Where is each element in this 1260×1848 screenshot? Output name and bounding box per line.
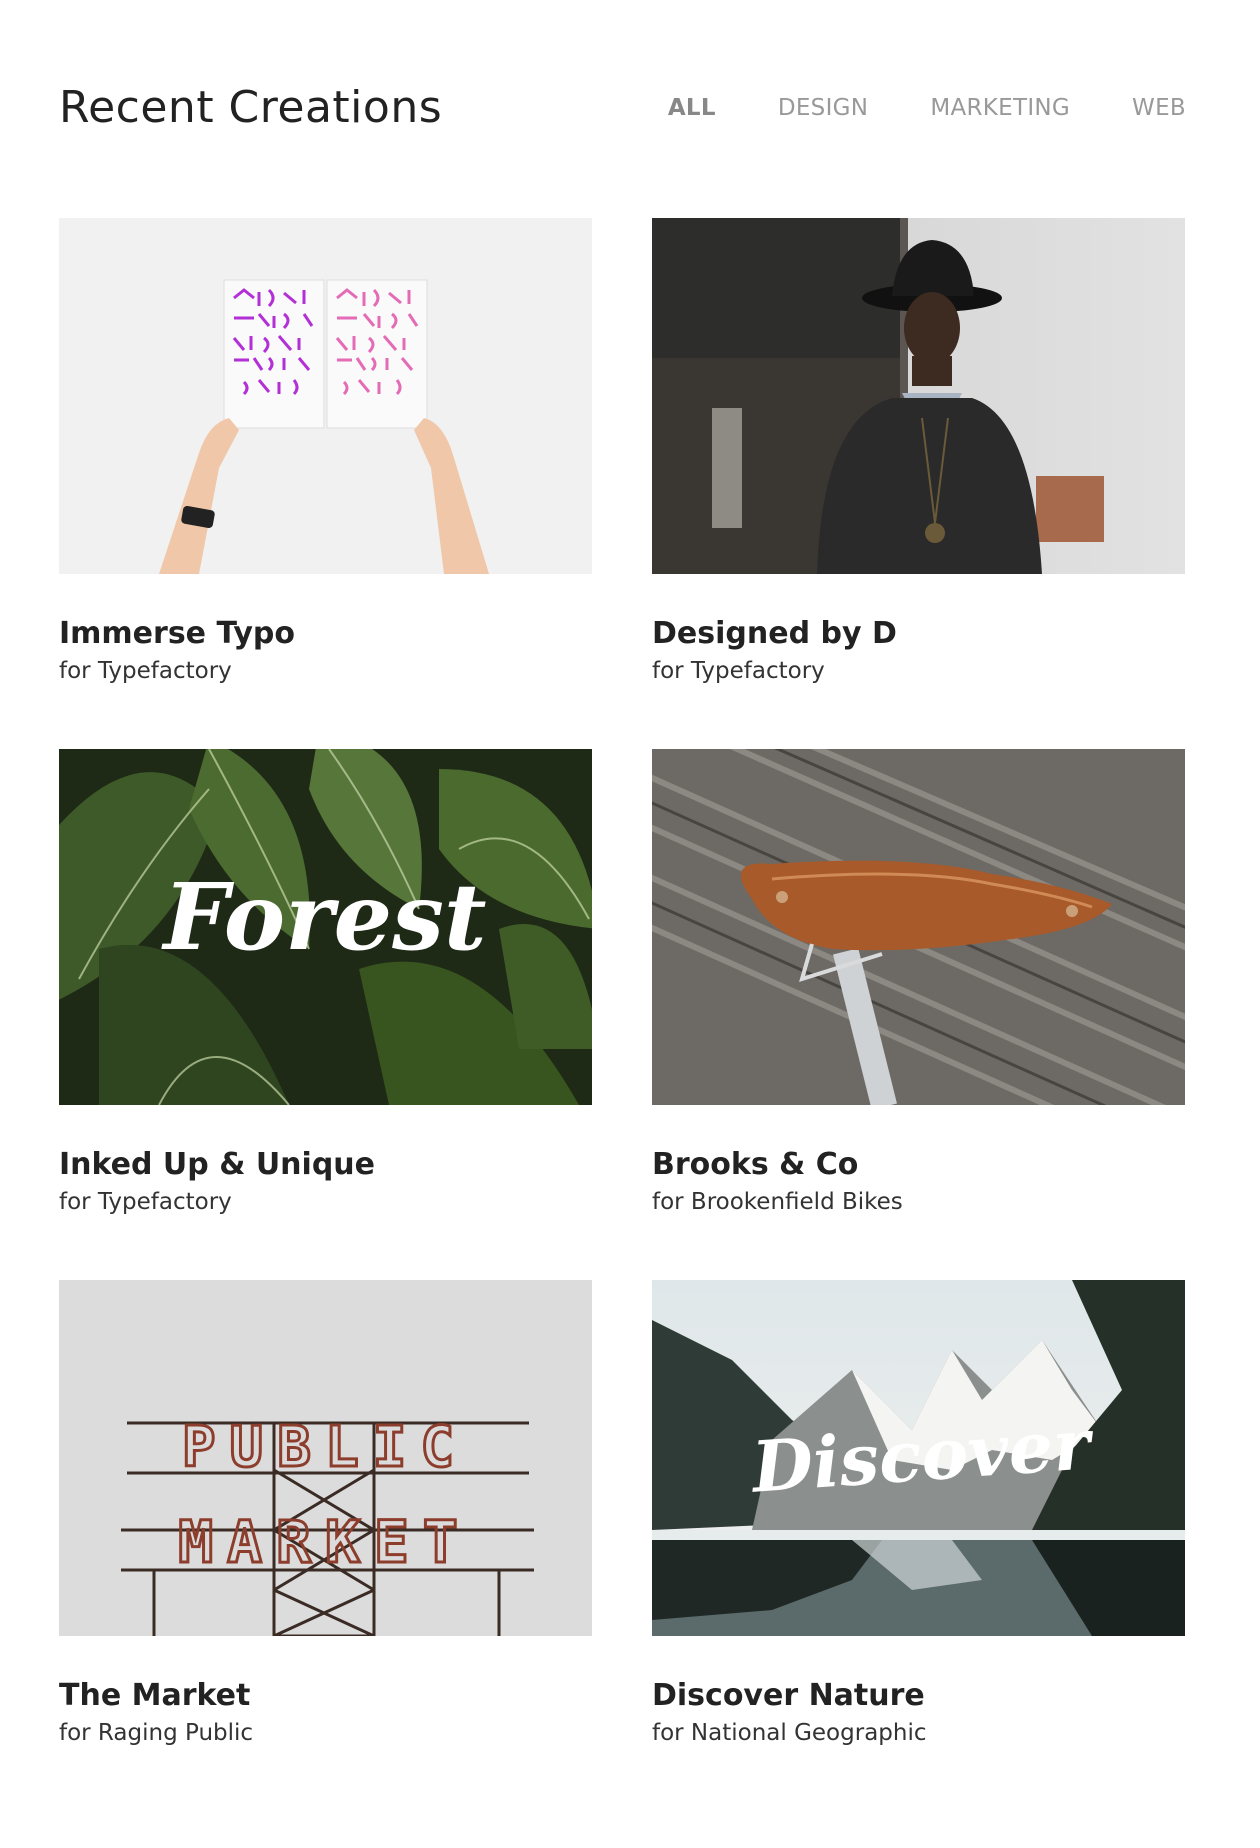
project-card-brooks-co[interactable]: Brooks & Co for Brookenfield Bikes xyxy=(652,749,1185,1217)
man-in-hat-image xyxy=(652,218,1185,574)
public-market-sign-image: PUBLIC MARKET xyxy=(59,1280,592,1636)
project-card-the-market[interactable]: PUBLIC MARKET The Market for Raging Publ… xyxy=(59,1280,592,1748)
forest-leaves-image: Forest xyxy=(59,749,592,1105)
project-title[interactable]: Discover Nature xyxy=(652,1678,1185,1714)
filter-web[interactable]: WEB xyxy=(1132,94,1186,122)
project-title[interactable]: The Market xyxy=(59,1678,592,1714)
project-client: for National Geographic xyxy=(652,1720,927,1746)
project-card-inked-up[interactable]: Forest Inked Up & Unique for Typefactory xyxy=(59,749,592,1217)
forest-image-text: Forest xyxy=(161,863,487,971)
project-client: for Typefactory xyxy=(652,658,825,684)
project-client: for Typefactory xyxy=(59,1189,232,1215)
filter-marketing[interactable]: MARKETING xyxy=(930,94,1070,122)
project-image[interactable]: PUBLIC MARKET xyxy=(59,1280,592,1636)
project-client: for Brookenfield Bikes xyxy=(652,1189,903,1215)
project-card-immerse-typo[interactable]: Immerse Typo for Typefactory xyxy=(59,218,592,686)
project-client: for Raging Public xyxy=(59,1720,254,1746)
project-title[interactable]: Immerse Typo xyxy=(59,616,592,652)
project-image[interactable]: Forest xyxy=(59,749,592,1105)
project-image[interactable] xyxy=(652,218,1185,574)
project-image[interactable] xyxy=(652,749,1185,1105)
project-image[interactable] xyxy=(59,218,592,574)
filter-nav: ALL DESIGN MARKETING WEB xyxy=(606,94,1186,122)
project-client: for Typefactory xyxy=(59,658,232,684)
project-card-designed-by-d[interactable]: Designed by D for Typefactory xyxy=(652,218,1185,686)
project-image[interactable]: Discover xyxy=(652,1280,1185,1636)
project-title[interactable]: Inked Up & Unique xyxy=(59,1147,592,1183)
bike-saddle-image xyxy=(652,749,1185,1105)
project-title[interactable]: Brooks & Co xyxy=(652,1147,1185,1183)
market-sign-text: MARKET xyxy=(178,1508,472,1576)
page-header: Recent Creations ALL DESIGN MARKETING WE… xyxy=(59,80,1186,140)
filter-design[interactable]: DESIGN xyxy=(778,94,868,122)
project-card-discover-nature[interactable]: Discover Discover Nature for National Ge… xyxy=(652,1280,1185,1748)
typography-prints-image xyxy=(59,218,592,574)
filter-all[interactable]: ALL xyxy=(668,94,716,122)
mountain-lake-image: Discover xyxy=(652,1280,1185,1636)
public-sign-text: PUBLIC xyxy=(182,1415,468,1480)
page-title: Recent Creations xyxy=(59,82,443,133)
project-title[interactable]: Designed by D xyxy=(652,616,1185,652)
